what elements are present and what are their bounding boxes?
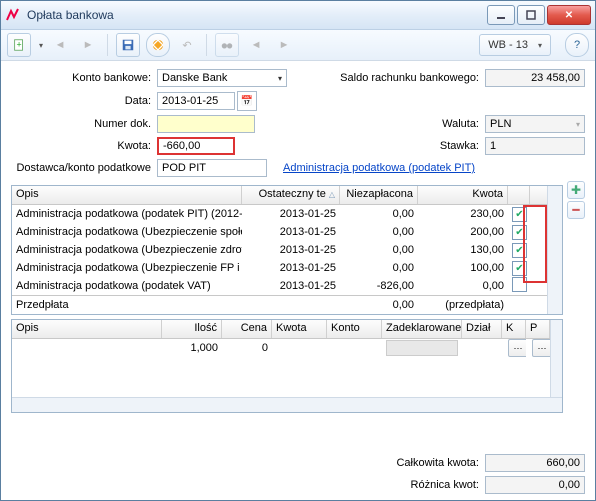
help-button[interactable]: ? — [565, 33, 589, 57]
table-row[interactable]: Administracja podatkowa (podatek VAT)201… — [12, 277, 547, 295]
dostawca-label: Dostawca/konto podatkowe — [11, 162, 157, 174]
table-row[interactable]: Administracja podatkowa (Ubezpieczenie z… — [12, 241, 547, 259]
svg-text:+: + — [16, 40, 21, 50]
cancel-button[interactable] — [146, 33, 170, 57]
toolbar: + ▾ ◄ ► ↶ ◄ ► WB - 13▾ ? — [1, 30, 595, 61]
kwota-field[interactable]: -660,00 — [157, 137, 235, 155]
vscroll2[interactable] — [550, 320, 562, 397]
col-opis[interactable]: Opis — [12, 186, 242, 204]
konto-select[interactable]: Danske Bank▾ — [157, 69, 287, 87]
col-unpaid[interactable]: Niezapłacona — [340, 186, 418, 204]
total-value: 660,00 — [485, 454, 585, 472]
stawka-field: 1 — [485, 137, 585, 155]
window-title: Opłata bankowa — [27, 8, 485, 22]
waluta-label: Waluta: — [419, 118, 485, 130]
row-checkbox[interactable]: ✔ — [512, 243, 527, 258]
bank-fee-window: Opłata bankowa ✕ + ▾ ◄ ► ↶ ◄ ► WB - 13▾ … — [0, 0, 596, 501]
k-picker[interactable]: ⋯ — [508, 339, 526, 357]
new-dropdown-icon[interactable]: ▾ — [39, 41, 43, 50]
saldo-value: 23 458,00 — [485, 69, 585, 87]
nav-prev: ◄ — [245, 34, 267, 56]
diff-value: 0,00 — [485, 476, 585, 494]
titlebar: Opłata bankowa ✕ — [1, 1, 595, 30]
dostawca-field[interactable]: POD PIT — [157, 159, 267, 177]
waluta-select: PLN▾ — [485, 115, 585, 133]
grid-header[interactable]: Opis Ostateczny te△ Niezapłacona Kwota — [12, 186, 547, 205]
row-checkbox[interactable]: ✔ — [512, 207, 527, 222]
new-button[interactable]: + — [7, 33, 31, 57]
table-row[interactable]: Administracja podatkowa (Ubezpieczenie F… — [12, 259, 547, 277]
total-label: Całkowita kwota: — [396, 457, 485, 469]
prepay-row: Przedpłata 0,00 (przedpłata) — [12, 295, 547, 314]
details-row[interactable]: 1,000 0 ⋯ ⋯ — [12, 339, 550, 357]
save-button[interactable] — [116, 33, 140, 57]
add-row-button[interactable]: ✚ — [567, 181, 585, 199]
saldo-label: Saldo rachunku bankowego: — [327, 72, 485, 84]
hscroll[interactable] — [12, 397, 562, 412]
maximize-button[interactable] — [517, 5, 545, 25]
undo-disabled: ↶ — [176, 34, 198, 56]
vscroll[interactable] — [547, 186, 562, 314]
table-row[interactable]: Administracja podatkowa (podatek PIT) (2… — [12, 205, 547, 223]
data-field[interactable]: 2013-01-25 — [157, 92, 235, 110]
calendar-icon[interactable]: 📅 — [237, 91, 257, 111]
table-row[interactable]: Administracja podatkowa (Ubezpieczenie s… — [12, 223, 547, 241]
binoculars-button[interactable] — [215, 33, 239, 57]
col-kwota[interactable]: Kwota — [418, 186, 508, 204]
close-button[interactable]: ✕ — [547, 5, 591, 25]
next-disabled: ► — [77, 34, 99, 56]
numer-field[interactable] — [157, 115, 255, 133]
data-label: Data: — [11, 95, 157, 107]
app-icon — [5, 7, 21, 23]
remove-row-button[interactable]: ━ — [567, 201, 585, 219]
minimize-button[interactable] — [487, 5, 515, 25]
details-grid: Opis Ilość Cena Kwota Konto Zadeklarowan… — [11, 319, 563, 413]
row-checkbox[interactable]: ✔ — [512, 225, 527, 240]
kwota-label: Kwota: — [11, 140, 157, 152]
admin-link[interactable]: Administracja podatkowa (podatek PIT) — [283, 162, 475, 174]
row-checkbox[interactable] — [512, 277, 527, 292]
p-picker[interactable]: ⋯ — [532, 339, 550, 357]
col-date[interactable]: Ostateczny te△ — [242, 186, 340, 204]
stawka-label: Stawka: — [419, 140, 485, 152]
grid2-header[interactable]: Opis Ilość Cena Kwota Konto Zadeklarowan… — [12, 320, 550, 339]
diff-label: Różnica kwot: — [411, 479, 485, 491]
konto-label: Konto bankowe: — [11, 72, 157, 84]
payments-grid: Opis Ostateczny te△ Niezapłacona Kwota A… — [11, 185, 563, 315]
numer-label: Numer dok. — [11, 118, 157, 130]
wb-select[interactable]: WB - 13▾ — [479, 34, 551, 56]
row-checkbox[interactable]: ✔ — [512, 261, 527, 276]
nav-next: ► — [273, 34, 295, 56]
prev-disabled: ◄ — [49, 34, 71, 56]
